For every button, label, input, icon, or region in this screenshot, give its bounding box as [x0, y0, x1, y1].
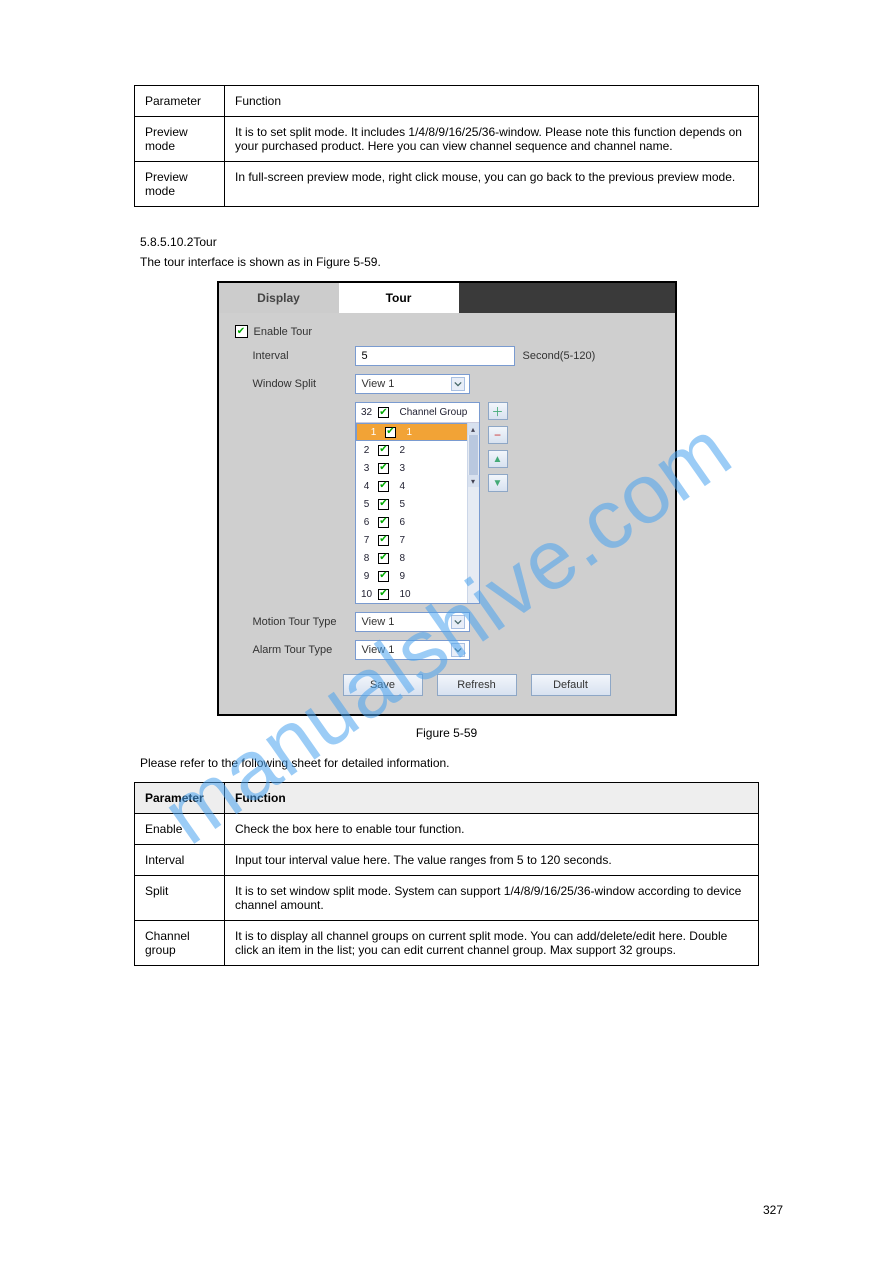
row-label: 8	[396, 553, 467, 564]
row-checkbox[interactable]	[378, 463, 389, 474]
row-checkbox[interactable]	[378, 535, 389, 546]
chevron-down-icon[interactable]	[451, 643, 465, 657]
row-checkbox[interactable]	[378, 445, 389, 456]
alarm-tour-label: Alarm Tour Type	[235, 644, 355, 656]
interval-suffix: Second(5-120)	[523, 350, 596, 362]
row-index: 8	[356, 553, 378, 564]
alarm-tour-value: View 1	[362, 644, 395, 656]
motion-tour-label: Motion Tour Type	[235, 616, 355, 628]
cell-function: Function	[225, 86, 759, 117]
row-checkbox[interactable]	[385, 427, 396, 438]
channel-group-list[interactable]: 32 Channel Group 1122334455667788991010 …	[355, 402, 480, 604]
page-number: 327	[763, 1203, 783, 1217]
th-parameter: Parameter	[135, 783, 225, 814]
row-checkbox[interactable]	[378, 517, 389, 528]
row-checkbox[interactable]	[378, 499, 389, 510]
list-item[interactable]: 33	[356, 459, 467, 477]
row-label: 5	[396, 499, 467, 510]
interval-label: Interval	[235, 350, 355, 362]
table-header-row: Parameter Function	[135, 783, 759, 814]
cell-parameter: Parameter	[135, 86, 225, 117]
motion-tour-value: View 1	[362, 616, 395, 628]
window-split-select[interactable]: View 1	[355, 374, 470, 394]
row-index: 3	[356, 463, 378, 474]
table-row: Preview mode In full-screen preview mode…	[135, 162, 759, 207]
tab-display[interactable]: Display	[219, 283, 339, 313]
enable-tour-checkbox[interactable]	[235, 325, 248, 338]
select-all-checkbox[interactable]	[378, 407, 389, 418]
tab-tour[interactable]: Tour	[339, 283, 459, 313]
section-heading: 5.8.5.10.2Tour	[140, 235, 783, 249]
row-label: 7	[396, 535, 467, 546]
chevron-down-icon[interactable]	[451, 615, 465, 629]
table-row: IntervalInput tour interval value here. …	[135, 845, 759, 876]
row-index: 2	[356, 445, 378, 456]
window-split-value: View 1	[362, 378, 395, 390]
default-button[interactable]: Default	[531, 674, 611, 696]
row-label: 9	[396, 571, 467, 582]
scroll-down-icon[interactable]: ▾	[468, 475, 479, 487]
row-index: 5	[356, 499, 378, 510]
row-checkbox[interactable]	[378, 553, 389, 564]
th-function: Function	[225, 783, 759, 814]
interval-input[interactable]: 5	[355, 346, 515, 366]
alarm-tour-select[interactable]: View 1	[355, 640, 470, 660]
motion-tour-select[interactable]: View 1	[355, 612, 470, 632]
table-continuation: Parameter Function Preview mode It is to…	[134, 85, 759, 207]
cell-parameter: Preview mode	[135, 117, 225, 162]
table-row: Channel groupIt is to display all channe…	[135, 921, 759, 966]
list-item[interactable]: 77	[356, 531, 467, 549]
table-row: Parameter Function	[135, 86, 759, 117]
refresh-button[interactable]: Refresh	[437, 674, 517, 696]
row-label: 10	[396, 589, 467, 600]
cell-parameter: Preview mode	[135, 162, 225, 207]
row-label: 2	[396, 445, 467, 456]
section-body: The tour interface is shown as in Figure…	[140, 255, 783, 269]
list-item[interactable]: 55	[356, 495, 467, 513]
add-button[interactable]: ＋	[488, 402, 508, 420]
intro-text: Please refer to the following sheet for …	[140, 756, 783, 770]
table-row: EnableCheck the box here to enable tour …	[135, 814, 759, 845]
table-row: Preview mode It is to set split mode. It…	[135, 117, 759, 162]
save-button[interactable]: Save	[343, 674, 423, 696]
row-index: 9	[356, 571, 378, 582]
row-checkbox[interactable]	[378, 571, 389, 582]
list-item[interactable]: 88	[356, 549, 467, 567]
window-split-label: Window Split	[235, 378, 355, 390]
list-count: 32	[356, 407, 378, 418]
row-index: 6	[356, 517, 378, 528]
cell-function: It is to set split mode. It includes 1/4…	[225, 117, 759, 162]
figure-caption: Figure 5-59	[110, 726, 783, 740]
row-label: 3	[396, 463, 467, 474]
list-item[interactable]: 44	[356, 477, 467, 495]
row-label: 4	[396, 481, 467, 492]
row-index: 7	[356, 535, 378, 546]
list-header-title: Channel Group	[396, 407, 479, 418]
list-item[interactable]: 22	[356, 441, 467, 459]
row-label: 1	[403, 427, 466, 438]
list-item[interactable]: 99	[356, 567, 467, 585]
row-index: 4	[356, 481, 378, 492]
chevron-down-icon[interactable]	[451, 377, 465, 391]
scroll-thumb[interactable]	[469, 435, 478, 475]
list-item[interactable]: 10 10	[356, 585, 467, 603]
row-checkbox[interactable]	[378, 589, 389, 600]
enable-tour-label: Enable Tour	[254, 326, 313, 338]
list-item[interactable]: 11	[356, 423, 471, 441]
remove-button[interactable]: −	[488, 426, 508, 444]
scrollbar[interactable]: ▴ ▾	[467, 423, 479, 603]
row-checkbox[interactable]	[378, 481, 389, 492]
row-index: 1	[363, 427, 385, 438]
list-item[interactable]: 66	[356, 513, 467, 531]
cell-function: In full-screen preview mode, right click…	[225, 162, 759, 207]
parameter-table: Parameter Function EnableCheck the box h…	[134, 782, 759, 966]
move-down-button[interactable]: ▼	[488, 474, 508, 492]
row-label: 6	[396, 517, 467, 528]
row-index: 10	[356, 589, 378, 600]
tour-dialog: Display Tour Enable Tour Interval 5 Seco…	[217, 281, 677, 716]
move-up-button[interactable]: ▲	[488, 450, 508, 468]
table-row: SplitIt is to set window split mode. Sys…	[135, 876, 759, 921]
scroll-up-icon[interactable]: ▴	[468, 423, 479, 435]
